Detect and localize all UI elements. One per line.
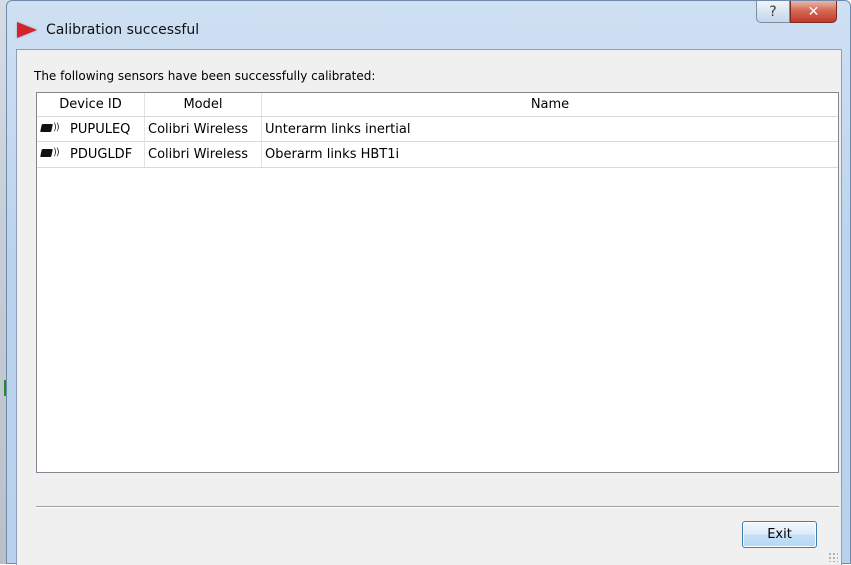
question-mark-icon: ? <box>769 3 777 20</box>
resize-grip[interactable] <box>828 552 838 562</box>
play-triangle-icon <box>17 22 37 38</box>
table-header: Device ID Model Name <box>37 93 838 117</box>
wireless-sensor-icon: )) <box>40 147 65 159</box>
wireless-sensor-icon: )) <box>40 122 65 134</box>
dialog-content: The following sensors have been successf… <box>16 49 842 565</box>
name-cell[interactable]: Oberarm links HBT1i <box>262 142 838 167</box>
close-button[interactable]: ✕ <box>790 1 837 23</box>
window-title: Calibration successful <box>46 22 200 38</box>
divider <box>36 506 839 508</box>
calibration-dialog: Calibration successful ? ✕ The following… <box>6 0 851 565</box>
device-id-text: PDUGLDF <box>70 147 133 162</box>
exit-button[interactable]: Exit <box>742 521 817 548</box>
sensor-table[interactable]: Device ID Model Name )) PUPULEQ Colibri … <box>36 92 839 473</box>
table-row[interactable]: )) PUPULEQ Colibri Wireless Unterarm lin… <box>37 116 838 142</box>
help-button[interactable]: ? <box>756 1 790 23</box>
title-bar[interactable]: Calibration successful ? ✕ <box>7 1 850 47</box>
close-icon: ✕ <box>807 3 820 20</box>
column-header-model[interactable]: Model <box>145 93 262 116</box>
name-cell[interactable]: Unterarm links inertial <box>262 117 838 142</box>
device-id-cell[interactable]: )) PUPULEQ <box>37 117 145 142</box>
column-header-name[interactable]: Name <box>262 93 838 116</box>
model-cell[interactable]: Colibri Wireless <box>145 142 262 167</box>
device-id-text: PUPULEQ <box>70 122 131 137</box>
column-header-device-id[interactable]: Device ID <box>37 93 145 116</box>
device-id-cell[interactable]: )) PDUGLDF <box>37 142 145 167</box>
model-cell[interactable]: Colibri Wireless <box>145 117 262 142</box>
table-row[interactable]: )) PDUGLDF Colibri Wireless Oberarm link… <box>37 142 838 168</box>
calibration-message: The following sensors have been successf… <box>34 69 376 83</box>
